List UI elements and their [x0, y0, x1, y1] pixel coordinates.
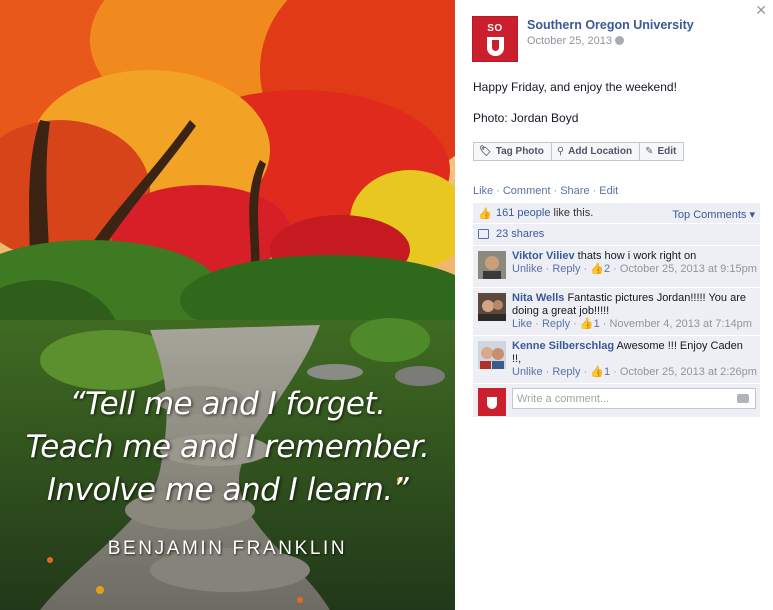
post-action-links: Like · Comment · Share · Edit — [473, 185, 618, 197]
shares-link[interactable]: 23 shares — [473, 224, 760, 246]
comment-like-count: 2 — [603, 263, 611, 275]
comment-time[interactable]: November 4, 2013 at 7:14pm — [609, 318, 751, 330]
comment-item: Viktor Viliev thats how i work right on … — [473, 246, 760, 288]
shares-count: 23 shares — [496, 228, 545, 240]
share-icon — [478, 229, 489, 239]
edit-button[interactable]: ✎ Edit — [640, 142, 685, 161]
comment-meta: Unlike · Reply · 👍2 · October 25, 2013 a… — [512, 263, 757, 275]
quote-line: “Tell me and I forget. — [69, 386, 387, 422]
pencil-icon: ✎ — [645, 146, 654, 157]
feedback-section: 👍 161 people like this. Top Comments ▾ 2… — [473, 203, 760, 418]
photo-credit: Photo: Jordan Boyd — [473, 111, 579, 125]
avatar — [478, 388, 506, 416]
photo-actions-bar: 🏷 Tag Photo ⚲ Add Location ✎ Edit — [473, 142, 685, 161]
quote-author: BENJAMIN FRANKLIN — [107, 538, 348, 559]
reply-link[interactable]: Reply — [552, 366, 580, 378]
reply-link[interactable]: Reply — [552, 263, 580, 275]
shield-icon — [487, 37, 504, 56]
quote-line: Involve me and I learn.” — [46, 472, 409, 508]
thumbs-up-icon: 👍 — [478, 208, 492, 220]
comment-author[interactable]: Viktor Viliev — [512, 250, 575, 262]
avatar[interactable] — [478, 293, 506, 321]
reply-link[interactable]: Reply — [542, 318, 570, 330]
page-avatar[interactable]: SO — [472, 16, 518, 62]
comment-text: thats how i work right on — [577, 250, 697, 262]
comment-author[interactable]: Nita Wells — [512, 292, 564, 304]
comment-meta: Like · Reply · 👍1 · November 4, 2013 at … — [512, 318, 752, 330]
unlike-link[interactable]: Unlike — [512, 366, 543, 378]
post-header: SO Southern Oregon University October 25… — [472, 16, 762, 64]
autumn-garden-photo — [0, 0, 455, 610]
likes-suffix: like this. — [550, 207, 594, 219]
comment-likes[interactable]: 👍1 — [590, 366, 610, 378]
like-link[interactable]: Like — [473, 185, 493, 197]
post-message: Happy Friday, and enjoy the weekend! — [473, 80, 677, 94]
comment-meta: Unlike · Reply · 👍1 · October 25, 2013 a… — [512, 366, 757, 378]
tag-icon: 🏷 — [479, 146, 492, 157]
comment-item: Nita Wells Fantastic pictures Jordan!!!!… — [473, 288, 760, 336]
top-comments-dropdown[interactable]: Top Comments ▾ — [672, 208, 755, 221]
comment-like-count: 1 — [603, 366, 611, 378]
chevron-down-icon: ▾ — [749, 209, 755, 221]
comment-link[interactable]: Comment — [503, 185, 551, 197]
quote-line: Teach me and I remember. — [25, 429, 430, 465]
edit-label: Edit — [657, 146, 677, 157]
add-location-label: Add Location — [568, 146, 633, 157]
comment-like-count: 1 — [593, 318, 600, 330]
avatar[interactable] — [478, 251, 506, 279]
likes-count-link[interactable]: 161 people — [496, 207, 550, 219]
post-photo[interactable]: “Tell me and I forget. Teach me and I re… — [0, 0, 455, 610]
thumbs-up-icon: 👍 — [590, 366, 604, 378]
comment-input[interactable] — [512, 388, 756, 409]
top-comments-label: Top Comments — [672, 209, 747, 221]
photo-quote: “Tell me and I forget. Teach me and I re… — [0, 383, 455, 512]
location-pin-icon: ⚲ — [556, 146, 565, 157]
tag-photo-label: Tag Photo — [495, 146, 544, 157]
logo-text: SO — [487, 23, 503, 34]
add-location-button[interactable]: ⚲ Add Location — [551, 142, 641, 161]
post-timestamp[interactable]: October 25, 2013 — [527, 35, 625, 47]
separator: · — [553, 185, 558, 197]
close-icon[interactable]: ✕ — [755, 3, 767, 17]
thumbs-up-icon: 👍 — [590, 263, 604, 275]
avatar[interactable] — [478, 341, 506, 369]
like-link[interactable]: Like — [512, 318, 532, 330]
likes-summary: 👍 161 people like this. Top Comments ▾ — [473, 203, 760, 224]
page-name-link[interactable]: Southern Oregon University — [527, 18, 694, 32]
comment-time[interactable]: October 25, 2013 at 2:26pm — [620, 366, 757, 378]
comment-likes[interactable]: 👍1 — [580, 318, 600, 330]
tag-photo-button[interactable]: 🏷 Tag Photo — [473, 142, 552, 161]
unlike-link[interactable]: Unlike — [512, 263, 543, 275]
separator: · — [592, 185, 597, 197]
post-date-text: October 25, 2013 — [527, 35, 613, 47]
comment-item: Kenne Silberschlag Awesome !!! Enjoy Cad… — [473, 336, 760, 384]
post-side-panel: ✕ SO Southern Oregon University October … — [455, 0, 773, 610]
shield-icon — [487, 397, 497, 409]
separator: · — [496, 185, 500, 197]
globe-icon — [615, 36, 625, 45]
comment-time[interactable]: October 25, 2013 at 9:15pm — [620, 263, 757, 275]
comment-likes[interactable]: 👍2 — [590, 263, 610, 275]
camera-icon[interactable] — [737, 394, 749, 403]
share-link[interactable]: Share — [560, 185, 589, 197]
edit-link[interactable]: Edit — [599, 185, 618, 197]
write-comment-row — [473, 384, 760, 418]
comment-author[interactable]: Kenne Silberschlag — [512, 340, 614, 352]
thumbs-up-icon: 👍 — [579, 318, 594, 330]
